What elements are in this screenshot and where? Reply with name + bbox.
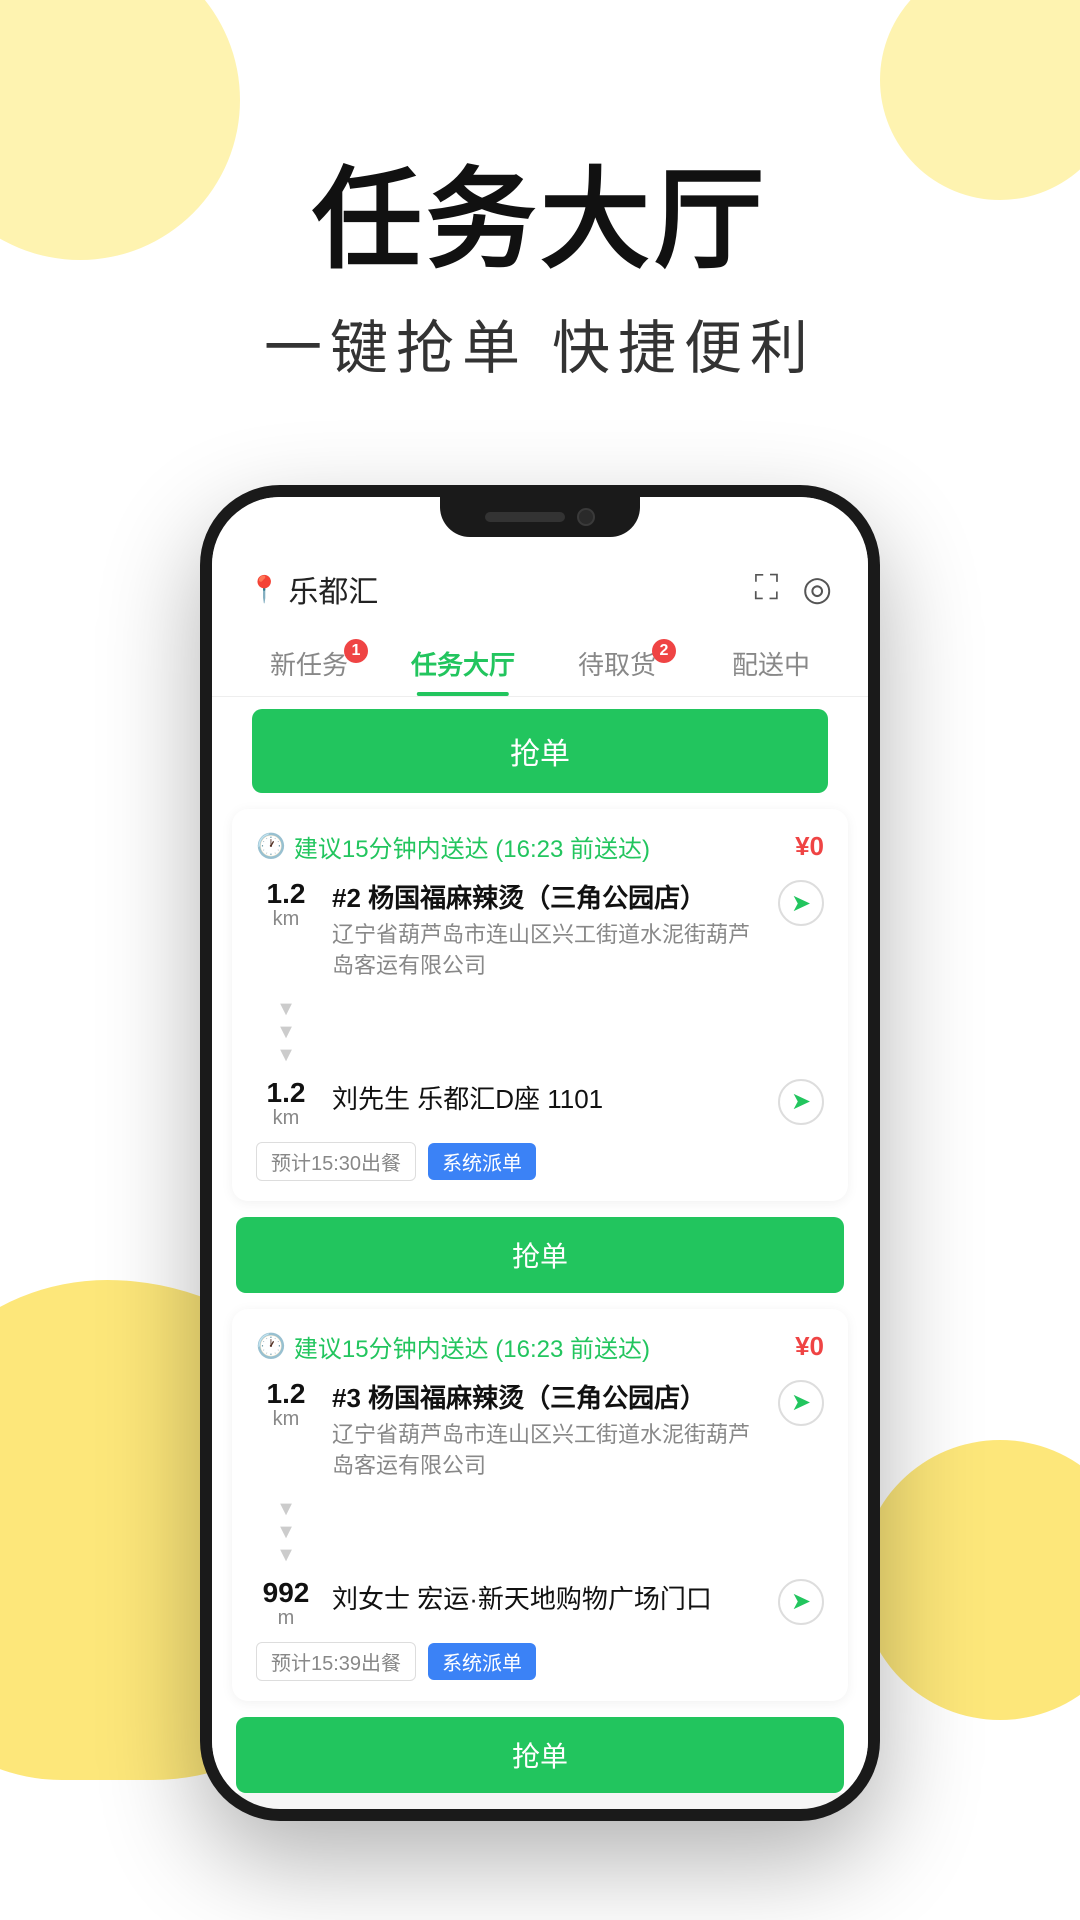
order-2-footer: 预计15:39出餐 系统派单 xyxy=(256,1642,824,1681)
order-1-deliver-distance: 1.2 km xyxy=(256,1079,316,1130)
order-1-shop-distance: 1.2 km xyxy=(256,880,316,931)
order-2-system-tag: 系统派单 xyxy=(428,1643,536,1680)
order-1-time-tag: 预计15:30出餐 xyxy=(256,1142,416,1181)
order-2-shop-row: 1.2 km #3 杨国福麻辣烫（三角公园店） 辽宁省葫芦岛市连山区兴工街道水泥… xyxy=(256,1380,824,1482)
top-bar: 📍 乐都汇 ⛶ ◎ xyxy=(212,547,868,621)
order-1-time: 🕐 建议15分钟内送达 (16:23 前送达) xyxy=(256,829,650,864)
main-title: 任务大厅 xyxy=(0,160,1080,281)
clock-icon-1: 🕐 xyxy=(256,832,286,861)
target-icon[interactable]: ◎ xyxy=(802,569,832,609)
order-2-time-tag: 预计15:39出餐 xyxy=(256,1642,416,1681)
order-1-system-tag: 系统派单 xyxy=(428,1143,536,1180)
grab-button-1[interactable]: 抢单 xyxy=(236,1217,844,1293)
expand-icon[interactable]: ⛶ xyxy=(755,569,779,609)
location-pin-icon: 📍 xyxy=(248,574,280,605)
notch-camera xyxy=(577,508,595,526)
phone-frame: 📍 乐都汇 ⛶ ◎ 新任务 1 任务大厅 xyxy=(200,485,880,1821)
phone-wrapper: 📍 乐都汇 ⛶ ◎ 新任务 1 任务大厅 xyxy=(0,485,1080,1821)
order-2-time: 🕐 建议15分钟内送达 (16:23 前送达) xyxy=(256,1329,650,1364)
order-2-nav-deliver-icon[interactable]: ➤ xyxy=(778,1579,824,1625)
top-grab-button[interactable]: 抢单 xyxy=(252,709,828,793)
top-grab-area: 抢单 xyxy=(232,709,848,793)
app-content: 📍 乐都汇 ⛶ ◎ 新任务 1 任务大厅 xyxy=(212,497,868,1793)
phone-notch xyxy=(440,497,640,537)
order-1-shop-info: #2 杨国福麻辣烫（三角公园店） 辽宁省葫芦岛市连山区兴工街道水泥街葫芦岛客运有… xyxy=(332,880,762,982)
order-1-price: ¥0 xyxy=(795,831,824,862)
order-2-deliver-info: 刘女士 宏运·新天地购物广场门口 xyxy=(332,1579,762,1616)
order-card-2: 🕐 建议15分钟内送达 (16:23 前送达) ¥0 1.2 km #3 杨国福… xyxy=(232,1309,848,1701)
order-1-deliver-row: 1.2 km 刘先生 乐都汇D座 1101 ➤ xyxy=(256,1079,824,1130)
order-2-price: ¥0 xyxy=(795,1331,824,1362)
order-2-connector: ▼▼▼ xyxy=(256,1494,824,1571)
order-1-deliver-info: 刘先生 乐都汇D座 1101 xyxy=(332,1079,762,1116)
order-1-nav-shop-icon[interactable]: ➤ xyxy=(778,880,824,926)
order-1-nav-deliver-icon[interactable]: ➤ xyxy=(778,1079,824,1125)
tab-new-task-badge: 1 xyxy=(344,639,368,663)
header-section: 任务大厅 一键抢单 快捷便利 xyxy=(0,0,1080,445)
order-2-shop-info: #3 杨国福麻辣烫（三角公园店） 辽宁省葫芦岛市连山区兴工街道水泥街葫芦岛客运有… xyxy=(332,1380,762,1482)
tab-pickup-badge: 2 xyxy=(652,639,676,663)
order-1-footer: 预计15:30出餐 系统派单 xyxy=(256,1142,824,1181)
top-icons-area: ⛶ ◎ xyxy=(755,569,832,609)
order-2-shop-distance: 1.2 km xyxy=(256,1380,316,1431)
order-1-arrow-down: ▼▼▼ xyxy=(256,998,316,1067)
tab-pickup[interactable]: 待取货 2 xyxy=(540,631,694,696)
order-2-deliver-row: 992 m 刘女士 宏运·新天地购物广场门口 ➤ xyxy=(256,1579,824,1630)
clock-icon-2: 🕐 xyxy=(256,1332,286,1361)
location-text: 乐都汇 xyxy=(288,567,378,611)
order-card-1: 🕐 建议15分钟内送达 (16:23 前送达) ¥0 1.2 km #2 杨国福… xyxy=(232,809,848,1201)
tab-new-task[interactable]: 新任务 1 xyxy=(232,631,386,696)
order-2-header: 🕐 建议15分钟内送达 (16:23 前送达) ¥0 xyxy=(256,1329,824,1364)
order-1-header: 🕐 建议15分钟内送达 (16:23 前送达) ¥0 xyxy=(256,829,824,864)
order-2-deliver-distance: 992 m xyxy=(256,1579,316,1630)
notch-speaker xyxy=(485,512,565,522)
order-1-shop-row: 1.2 km #2 杨国福麻辣烫（三角公园店） 辽宁省葫芦岛市连山区兴工街道水泥… xyxy=(256,880,824,982)
order-2-arrow-down: ▼▼▼ xyxy=(256,1498,316,1567)
order-1-connector: ▼▼▼ xyxy=(256,994,824,1071)
grab-button-2[interactable]: 抢单 xyxy=(236,1717,844,1793)
phone-inner: 📍 乐都汇 ⛶ ◎ 新任务 1 任务大厅 xyxy=(212,497,868,1809)
tab-task-hall[interactable]: 任务大厅 xyxy=(386,631,540,696)
order-2-nav-shop-icon[interactable]: ➤ xyxy=(778,1380,824,1426)
location-area: 📍 乐都汇 xyxy=(248,567,378,611)
sub-title: 一键抢单 快捷便利 xyxy=(0,301,1080,385)
tab-delivering[interactable]: 配送中 xyxy=(694,631,848,696)
tab-bar: 新任务 1 任务大厅 待取货 2 配送中 xyxy=(212,621,868,697)
